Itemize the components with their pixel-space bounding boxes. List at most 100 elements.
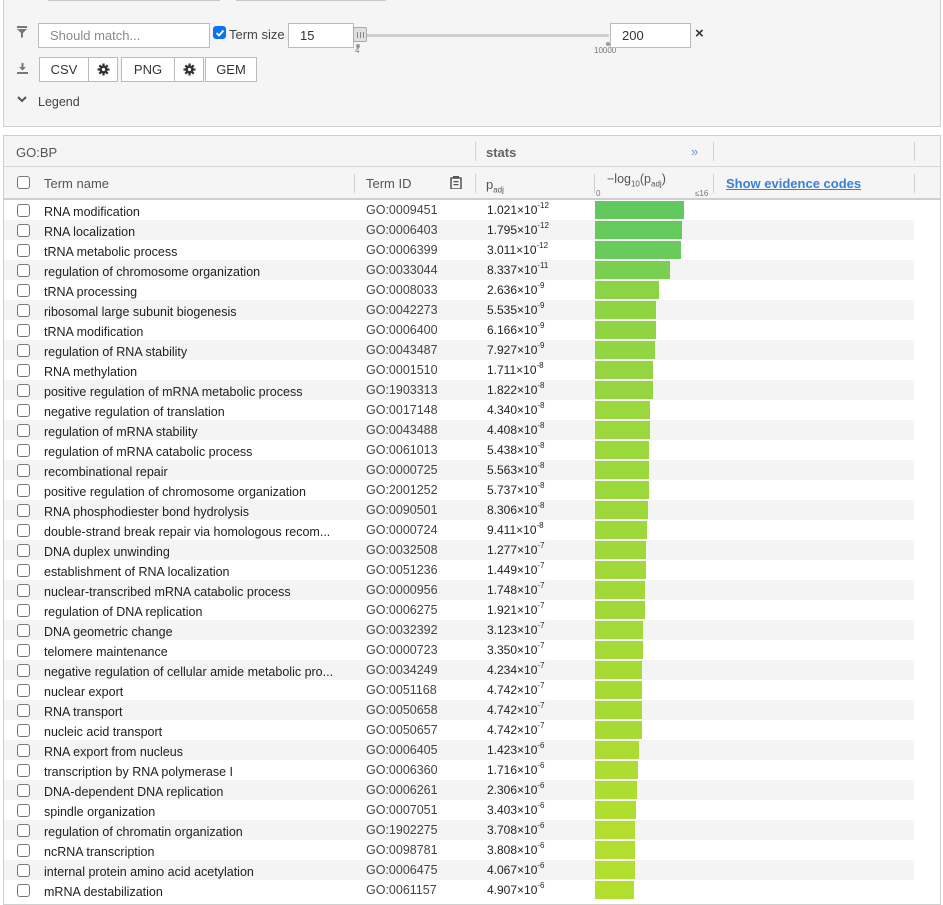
- row-checkbox[interactable]: [17, 584, 30, 597]
- row-checkbox[interactable]: [17, 344, 30, 357]
- row-checkbox[interactable]: [17, 644, 30, 657]
- term-name[interactable]: DNA geometric change: [44, 625, 344, 639]
- table-row[interactable]: internal protein amino acid acetylation G…: [4, 860, 914, 880]
- term-name[interactable]: DNA duplex unwinding: [44, 545, 344, 559]
- term-name[interactable]: RNA transport: [44, 705, 344, 719]
- table-row[interactable]: RNA methylation GO:0001510 1.711×10-8: [4, 360, 914, 380]
- row-checkbox[interactable]: [17, 484, 30, 497]
- term-name[interactable]: double-strand break repair via homologou…: [44, 525, 344, 539]
- term-size-slider-min-handle[interactable]: [353, 27, 367, 42]
- table-row[interactable]: spindle organization GO:0007051 3.403×10-6: [4, 800, 914, 820]
- column-term-name[interactable]: Term name: [44, 176, 109, 191]
- term-name[interactable]: spindle organization: [44, 805, 344, 819]
- term-name[interactable]: ncRNA transcription: [44, 845, 344, 859]
- table-row[interactable]: establishment of RNA localization GO:0051…: [4, 560, 914, 580]
- term-id[interactable]: GO:0006475: [366, 863, 438, 877]
- term-id[interactable]: GO:0008033: [366, 283, 438, 297]
- row-checkbox[interactable]: [17, 684, 30, 697]
- term-name[interactable]: nuclear export: [44, 685, 344, 699]
- term-id[interactable]: GO:0000956: [366, 583, 438, 597]
- clear-size-filter-icon[interactable]: ×: [695, 25, 704, 42]
- row-checkbox[interactable]: [17, 224, 30, 237]
- gem-export-button[interactable]: GEM: [205, 57, 257, 82]
- table-row[interactable]: RNA localization GO:0006403 1.795×10-12: [4, 220, 914, 240]
- copy-ids-icon[interactable]: [450, 176, 462, 189]
- term-name[interactable]: RNA phosphodiester bond hydrolysis: [44, 505, 344, 519]
- term-name[interactable]: tRNA processing: [44, 285, 344, 299]
- term-id[interactable]: GO:0051168: [366, 683, 437, 697]
- table-row[interactable]: regulation of mRNA catabolic process GO:0…: [4, 440, 914, 460]
- row-checkbox[interactable]: [17, 504, 30, 517]
- png-settings-button[interactable]: [174, 57, 204, 82]
- term-id[interactable]: GO:0043488: [366, 423, 438, 437]
- term-id[interactable]: GO:0000724: [366, 523, 438, 537]
- term-name[interactable]: mRNA destabilization: [44, 885, 344, 899]
- column-padj[interactable]: padj: [486, 177, 504, 195]
- term-name[interactable]: establishment of RNA localization: [44, 565, 344, 579]
- table-row[interactable]: nuclear-transcribed mRNA catabolic proce…: [4, 580, 914, 600]
- term-size-slider-track[interactable]: [359, 34, 609, 37]
- table-row[interactable]: tRNA metabolic process GO:0006399 3.011×10…: [4, 240, 914, 260]
- legend-toggle[interactable]: Legend: [16, 94, 86, 112]
- row-checkbox[interactable]: [17, 804, 30, 817]
- term-name[interactable]: ribosomal large subunit biogenesis: [44, 305, 344, 319]
- term-name[interactable]: recombinational repair: [44, 465, 344, 479]
- table-row[interactable]: nuclear export GO:0051168 4.742×10-7: [4, 680, 914, 700]
- term-id[interactable]: GO:0001510: [366, 363, 438, 377]
- term-id[interactable]: GO:0090501: [366, 503, 438, 517]
- term-id[interactable]: GO:0000723: [366, 643, 438, 657]
- term-name[interactable]: positive regulation of chromosome organi…: [44, 485, 344, 499]
- table-row[interactable]: recombinational repair GO:0000725 5.563×10…: [4, 460, 914, 480]
- table-row[interactable]: negative regulation of translation GO:001…: [4, 400, 914, 420]
- term-name[interactable]: transcription by RNA polymerase I: [44, 765, 344, 779]
- row-checkbox[interactable]: [17, 464, 30, 477]
- term-id[interactable]: GO:1903313: [366, 383, 438, 397]
- table-row[interactable]: tRNA modification GO:0006400 6.166×10-9: [4, 320, 914, 340]
- term-id[interactable]: GO:0061013: [366, 443, 438, 457]
- term-id[interactable]: GO:1902275: [366, 823, 438, 837]
- row-checkbox[interactable]: [17, 544, 30, 557]
- row-checkbox[interactable]: [17, 764, 30, 777]
- row-checkbox[interactable]: [17, 844, 30, 857]
- row-checkbox[interactable]: [17, 204, 30, 217]
- term-id[interactable]: GO:0006400: [366, 323, 438, 337]
- row-checkbox[interactable]: [17, 324, 30, 337]
- term-name[interactable]: negative regulation of cellular amide me…: [44, 665, 344, 679]
- table-row[interactable]: RNA modification GO:0009451 1.021×10-12: [4, 200, 914, 220]
- term-size-max-input[interactable]: [610, 23, 691, 48]
- term-id[interactable]: GO:0098781: [366, 843, 438, 857]
- term-name[interactable]: RNA modification: [44, 205, 344, 219]
- term-id[interactable]: GO:0042273: [366, 303, 438, 317]
- table-row[interactable]: DNA duplex unwinding GO:0032508 1.277×10-7: [4, 540, 914, 560]
- term-id[interactable]: GO:0033044: [366, 263, 438, 277]
- table-row[interactable]: regulation of chromatin organization GO:1…: [4, 820, 914, 840]
- table-row[interactable]: regulation of mRNA stability GO:0043488 4.…: [4, 420, 914, 440]
- csv-export-button[interactable]: CSV: [39, 57, 89, 82]
- row-checkbox[interactable]: [17, 564, 30, 577]
- row-checkbox[interactable]: [17, 444, 30, 457]
- row-checkbox[interactable]: [17, 724, 30, 737]
- row-checkbox[interactable]: [17, 284, 30, 297]
- table-row[interactable]: positive regulation of chromosome organi…: [4, 480, 914, 500]
- table-row[interactable]: double-strand break repair via homologou…: [4, 520, 914, 540]
- table-row[interactable]: RNA phosphodiester bond hydrolysis GO:009…: [4, 500, 914, 520]
- term-id[interactable]: GO:0050657: [366, 723, 438, 737]
- term-id[interactable]: GO:0006403: [366, 223, 438, 237]
- term-name[interactable]: negative regulation of translation: [44, 405, 344, 419]
- term-id[interactable]: GO:2001252: [366, 483, 438, 497]
- row-checkbox[interactable]: [17, 404, 30, 417]
- row-checkbox[interactable]: [17, 884, 30, 897]
- row-checkbox[interactable]: [17, 304, 30, 317]
- term-id[interactable]: GO:0050658: [366, 703, 438, 717]
- row-checkbox[interactable]: [17, 824, 30, 837]
- term-id[interactable]: GO:0006261: [366, 783, 438, 797]
- term-id[interactable]: GO:0017148: [366, 403, 438, 417]
- row-checkbox[interactable]: [17, 704, 30, 717]
- table-row[interactable]: telomere maintenance GO:0000723 3.350×10-7: [4, 640, 914, 660]
- term-name[interactable]: nuclear-transcribed mRNA catabolic proce…: [44, 585, 344, 599]
- term-id[interactable]: GO:0009451: [366, 203, 438, 217]
- term-id[interactable]: GO:0051236: [366, 563, 438, 577]
- table-row[interactable]: RNA export from nucleus GO:0006405 1.423×1…: [4, 740, 914, 760]
- term-id[interactable]: GO:0007051: [366, 803, 438, 817]
- row-checkbox[interactable]: [17, 524, 30, 537]
